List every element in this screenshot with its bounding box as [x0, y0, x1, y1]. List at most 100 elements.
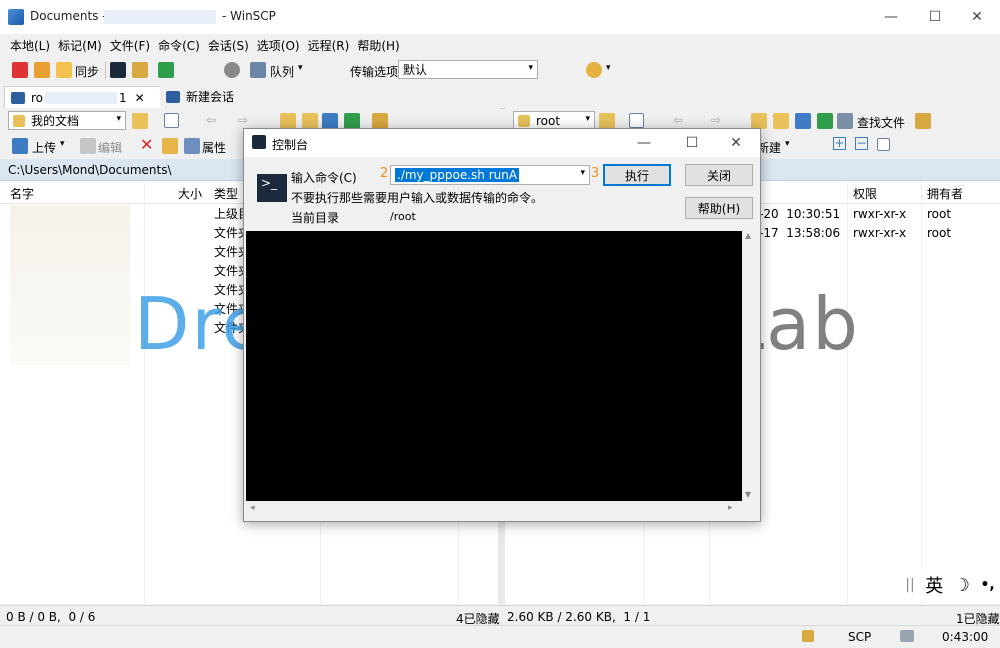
console-dialog: 控制台 — ☐ ✕ >_ 输入命令(C) 2 ./my_pppoe.sh run… — [243, 128, 761, 522]
column-permissions[interactable]: 权限 — [853, 185, 877, 202]
sync-browse-icon[interactable] — [34, 62, 50, 78]
expand-icon[interactable]: + — [833, 137, 846, 150]
console-title-icon — [252, 135, 266, 149]
execute-button-label: 执行 — [624, 168, 649, 183]
open-folder-icon[interactable] — [599, 113, 615, 129]
delete-icon[interactable]: ✕ — [140, 135, 153, 154]
refresh-icon[interactable] — [817, 113, 833, 129]
filter-icon[interactable] — [629, 113, 644, 128]
tab-session-active[interactable]: ro 1 ✕ — [4, 86, 166, 108]
menu-options[interactable]: 选项(O) — [253, 34, 304, 54]
table-row[interactable]: -20 10:30:51 rwxr-xr-x root — [759, 205, 999, 224]
ime-indicator[interactable]: || 英 ☽ •, — [900, 570, 1000, 600]
filter-icon[interactable] — [164, 113, 179, 128]
queue-icon[interactable] — [250, 62, 266, 78]
console-vertical-scrollbar[interactable]: ▲ ▼ — [742, 231, 756, 501]
edit-button-label[interactable]: 编辑 — [98, 139, 122, 156]
upload-dropdown-arrow-icon[interactable]: ▾ — [60, 139, 65, 149]
moon-icon[interactable]: ☽ — [954, 575, 970, 596]
home-icon[interactable] — [795, 113, 811, 129]
parent-dir-icon[interactable] — [280, 113, 296, 129]
local-selection-status: 0 B / 0 B, 0 / 6 — [6, 610, 96, 624]
column-type[interactable]: 类型 — [214, 185, 238, 202]
scroll-right-icon[interactable]: ▸ — [728, 503, 733, 513]
refresh-icon[interactable] — [158, 62, 174, 78]
home-icon[interactable] — [322, 113, 338, 129]
dialog-close-button[interactable]: ✕ — [714, 129, 758, 157]
tab-new-session[interactable]: 新建会话 — [160, 86, 248, 107]
putty-icon[interactable] — [132, 62, 148, 78]
command-warning: 不要执行那些需要用户输入或数据传输的命令。 — [291, 191, 544, 205]
scroll-left-icon[interactable]: ◂ — [250, 503, 255, 513]
open-folder-icon[interactable] — [132, 113, 148, 129]
root-dir-icon[interactable] — [302, 113, 318, 129]
synchronize-icon[interactable] — [56, 62, 72, 78]
local-location-select[interactable]: 我的文档 ▾ — [8, 111, 126, 130]
tree-icon[interactable] — [915, 113, 931, 129]
menu-mark[interactable]: 标记(M) — [54, 34, 106, 54]
column-name[interactable]: 名字 — [10, 185, 34, 202]
row-permissions: rwxr-xr-x — [853, 226, 907, 240]
compare-dirs-icon[interactable] — [12, 62, 28, 78]
execute-button[interactable]: 执行 — [603, 164, 671, 186]
forward-arrow-icon[interactable]: ⇨ — [238, 113, 248, 127]
preset-dropdown-arrow-icon[interactable]: ▾ — [606, 63, 611, 73]
collapse-icon[interactable]: − — [855, 137, 868, 150]
punctuation-icon[interactable]: •, — [980, 577, 994, 593]
transfer-settings-preset-icon[interactable] — [586, 62, 602, 78]
new-dropdown-arrow-icon[interactable]: ▾ — [785, 139, 790, 149]
session-tab-label-suffix: 1 — [119, 90, 127, 105]
window-title-bar: Documents - - WinSCP — ☐ ✕ — [0, 0, 1000, 35]
edit-icon[interactable] — [80, 138, 96, 154]
help-button[interactable]: 帮助(H) — [685, 197, 753, 219]
tab-close-icon[interactable]: ✕ — [135, 91, 145, 105]
menu-commands[interactable]: 命令(C) — [154, 34, 204, 54]
winscp-app-icon — [8, 9, 24, 25]
menu-files[interactable]: 文件(F) — [106, 34, 154, 54]
console-horizontal-scrollbar[interactable]: ◂ ▸ — [246, 501, 756, 517]
console-output[interactable] — [246, 231, 742, 501]
scroll-up-icon[interactable]: ▲ — [745, 231, 751, 240]
ime-language[interactable]: 英 — [925, 572, 943, 598]
dialog-minimize-button[interactable]: — — [622, 129, 666, 157]
column-owner[interactable]: 拥有者 — [927, 185, 963, 202]
window-maximize-button[interactable]: ☐ — [912, 0, 958, 34]
transfer-settings-select[interactable]: 默认 ▾ — [398, 60, 538, 79]
find-files-label[interactable]: 查找文件 — [857, 114, 905, 131]
upload-button-label[interactable]: 上传 — [32, 139, 56, 156]
preferences-gear-icon[interactable] — [224, 62, 240, 78]
synchronize-button-label[interactable]: 同步 — [75, 63, 99, 80]
window-close-button[interactable]: ✕ — [954, 0, 1000, 34]
rename-icon[interactable] — [162, 138, 178, 154]
scroll-down-icon[interactable]: ▼ — [745, 490, 751, 499]
queue-button-label[interactable]: 队列 — [270, 63, 294, 80]
row-owner: root — [927, 226, 952, 240]
back-arrow-icon[interactable]: ⇦ — [673, 113, 683, 127]
menu-session[interactable]: 会话(S) — [204, 34, 253, 54]
menu-remote[interactable]: 远程(R) — [304, 34, 354, 54]
command-input[interactable]: ./my_pppoe.sh runA ▾ — [390, 165, 590, 185]
tree-icon[interactable] — [372, 113, 388, 129]
properties-icon[interactable] — [184, 138, 200, 154]
queue-dropdown-arrow-icon[interactable]: ▾ — [298, 63, 303, 73]
upload-icon[interactable] — [12, 138, 28, 154]
chevron-down-icon[interactable]: ▾ — [580, 168, 585, 178]
console-dialog-title-bar: 控制台 — ☐ ✕ — [244, 129, 760, 157]
remote-selection-status: 2.60 KB / 2.60 KB, 1 / 1 — [507, 610, 651, 624]
column-size[interactable]: 大小 — [178, 185, 202, 202]
back-arrow-icon[interactable]: ⇦ — [206, 113, 216, 127]
filter-icon[interactable] — [877, 138, 890, 151]
find-files-icon[interactable] — [837, 113, 853, 129]
window-minimize-button[interactable]: — — [868, 0, 914, 34]
dialog-maximize-button[interactable]: ☐ — [670, 129, 714, 157]
table-row[interactable]: -17 13:58:06 rwxr-xr-x root — [759, 224, 999, 243]
close-button[interactable]: 关闭 — [685, 164, 753, 186]
forward-arrow-icon[interactable]: ⇨ — [711, 113, 721, 127]
menu-help[interactable]: 帮助(H) — [353, 34, 403, 54]
root-dir-icon[interactable] — [773, 113, 789, 129]
console-icon[interactable] — [110, 62, 126, 78]
properties-button-label[interactable]: 属性 — [202, 139, 226, 156]
parent-dir-icon[interactable] — [751, 113, 767, 129]
menu-local[interactable]: 本地(L) — [0, 34, 54, 54]
refresh-icon[interactable] — [344, 113, 360, 129]
